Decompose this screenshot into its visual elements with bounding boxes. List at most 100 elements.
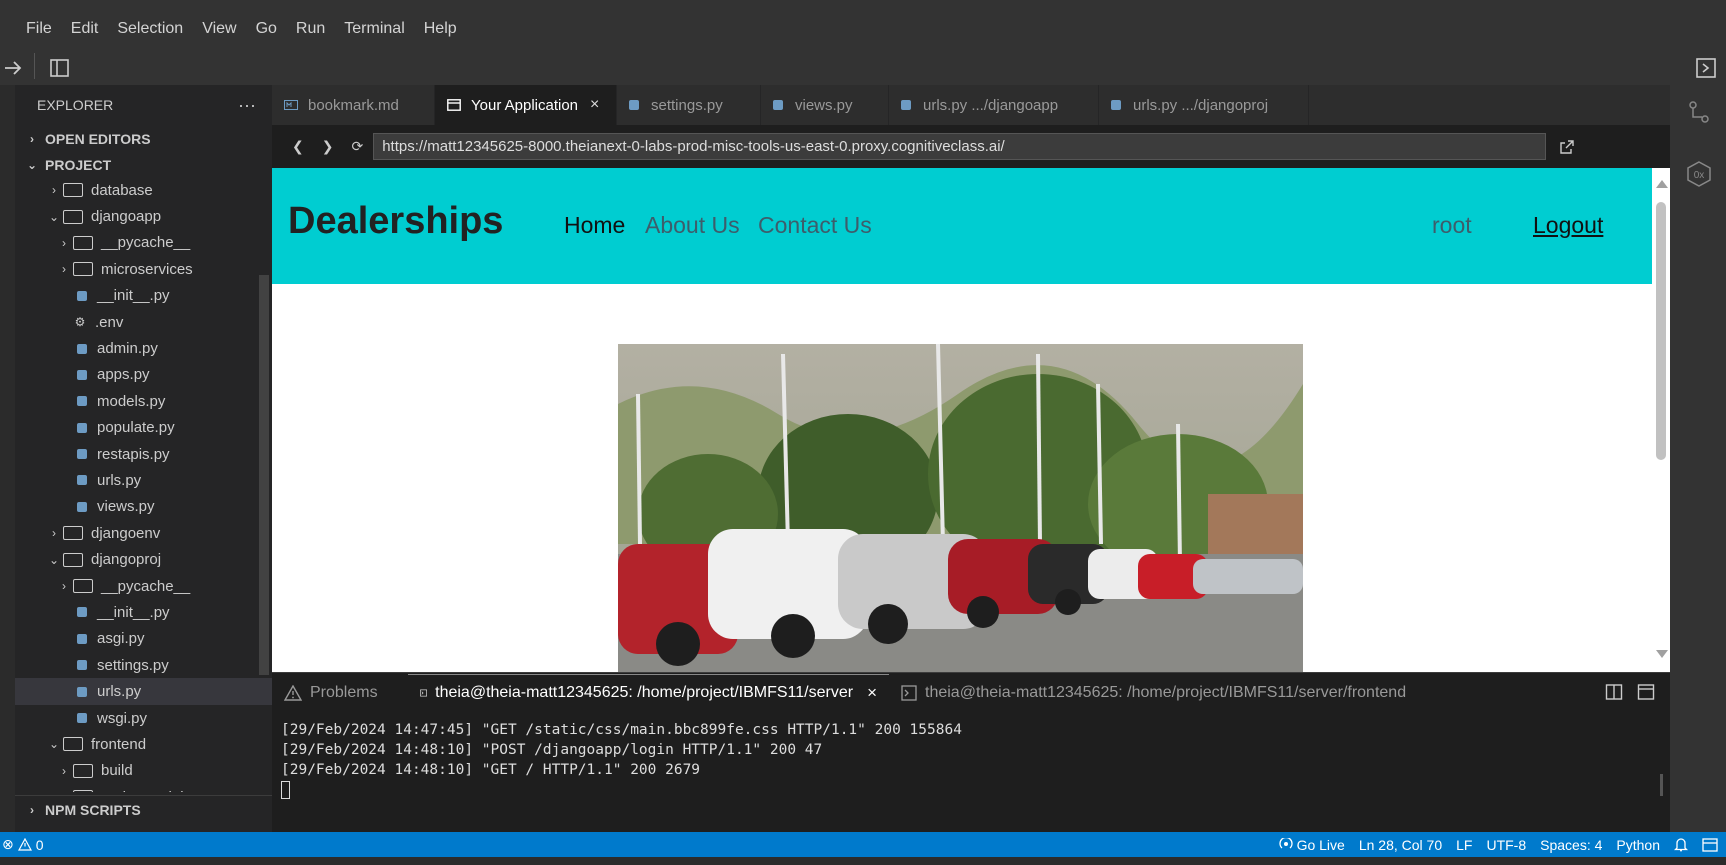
error-count[interactable]: ⊗ bbox=[2, 836, 14, 853]
layout-icon[interactable] bbox=[1702, 837, 1718, 852]
tree-item[interactable]: restapis.py bbox=[15, 441, 272, 467]
close-icon[interactable]: × bbox=[590, 96, 599, 114]
toggle-panel-icon[interactable] bbox=[1695, 57, 1717, 79]
tree-item[interactable]: › __pycache__ bbox=[15, 573, 272, 599]
npm-scripts-section[interactable]: › NPM SCRIPTS bbox=[15, 795, 272, 823]
tab-bookmark[interactable]: bookmark.md bbox=[272, 85, 435, 125]
menu-selection[interactable]: Selection bbox=[117, 20, 183, 38]
terminal-icon bbox=[901, 684, 917, 701]
tab-problems[interactable]: Problems bbox=[272, 674, 408, 712]
indentation[interactable]: Spaces: 4 bbox=[1540, 837, 1602, 853]
web-scrollbar[interactable] bbox=[1652, 168, 1670, 672]
tree-item[interactable]: urls.py bbox=[15, 467, 272, 493]
terminal-cursor bbox=[281, 780, 1670, 800]
tab-your-application[interactable]: Your Application × bbox=[435, 85, 617, 125]
folder-icon bbox=[73, 790, 93, 792]
language-mode[interactable]: Python bbox=[1616, 837, 1660, 853]
project-section[interactable]: ⌄ PROJECT bbox=[15, 153, 272, 177]
split-editor-icon[interactable] bbox=[49, 58, 71, 78]
cursor-position[interactable]: Ln 28, Col 70 bbox=[1359, 837, 1442, 853]
chevron-right-icon: › bbox=[52, 183, 56, 198]
project-label: PROJECT bbox=[45, 157, 112, 173]
tree-item[interactable]: asgi.py bbox=[15, 626, 272, 652]
tree-item[interactable]: __init__.py bbox=[15, 599, 272, 625]
bell-icon[interactable] bbox=[1674, 837, 1688, 852]
menu-run[interactable]: Run bbox=[296, 20, 325, 38]
nav-logout[interactable]: Logout bbox=[1533, 212, 1603, 239]
tree-item[interactable]: › microservices bbox=[15, 256, 272, 282]
menu-file[interactable]: File bbox=[26, 20, 52, 38]
warning-count[interactable]: 0 bbox=[36, 837, 44, 853]
tab-terminal-frontend[interactable]: theia@theia-matt12345625: /home/project/… bbox=[889, 674, 1418, 712]
tree-item[interactable]: models.py bbox=[15, 388, 272, 414]
close-icon[interactable]: × bbox=[867, 683, 877, 703]
car-lot-photo bbox=[618, 344, 1303, 672]
tree-item[interactable]: views.py bbox=[15, 494, 272, 520]
encoding[interactable]: UTF-8 bbox=[1486, 837, 1526, 853]
site-navbar: Dealerships Home About Us Contact Us roo… bbox=[272, 168, 1652, 284]
go-live-button[interactable]: Go Live bbox=[1297, 837, 1345, 853]
folder-icon bbox=[63, 526, 83, 541]
menu-terminal[interactable]: Terminal bbox=[344, 20, 404, 38]
tab-views-py[interactable]: views.py bbox=[761, 85, 889, 125]
python-icon bbox=[1111, 100, 1121, 110]
tree-item[interactable]: › __pycache__ bbox=[15, 230, 272, 256]
nav-about[interactable]: About Us bbox=[645, 212, 740, 239]
tree-item-label: frontend bbox=[91, 735, 147, 753]
tab-terminal-server[interactable]: theia@theia-matt12345625: /home/project/… bbox=[408, 673, 889, 712]
terminal-line: [29/Feb/2024 14:47:45] "GET /static/css/… bbox=[281, 722, 962, 738]
tree-item[interactable]: › djangoenv bbox=[15, 520, 272, 546]
source-control-icon[interactable] bbox=[1686, 99, 1712, 125]
reload-icon[interactable]: ⟳ bbox=[351, 138, 363, 155]
tab-urls-djangoproj[interactable]: urls.py .../djangoproj bbox=[1099, 85, 1309, 125]
nav-user[interactable]: root bbox=[1432, 212, 1472, 239]
tree-item[interactable]: › node_modules bbox=[15, 784, 272, 792]
more-actions-icon[interactable]: ··· bbox=[238, 95, 256, 116]
terminal-icon bbox=[420, 689, 427, 697]
menu-view[interactable]: View bbox=[202, 20, 236, 38]
tree-item[interactable]: __init__.py bbox=[15, 283, 272, 309]
menu-help[interactable]: Help bbox=[424, 20, 457, 38]
terminal-scrollbar[interactable] bbox=[1660, 774, 1663, 796]
tree-item[interactable]: settings.py bbox=[15, 652, 272, 678]
arrow-right-icon[interactable] bbox=[2, 57, 24, 79]
tab-label: views.py bbox=[795, 96, 853, 114]
tree-item[interactable]: ⌄ frontend bbox=[15, 731, 272, 757]
tree-item-label: node_modules bbox=[101, 789, 199, 792]
python-icon bbox=[77, 713, 87, 723]
tab-urls-djangoapp[interactable]: urls.py .../djangoapp bbox=[889, 85, 1099, 125]
scroll-up-icon[interactable] bbox=[1656, 180, 1668, 188]
tree-item[interactable]: wsgi.py bbox=[15, 705, 272, 731]
tab-label: Problems bbox=[310, 683, 378, 701]
url-input[interactable]: https://matt12345625-8000.theianext-0-la… bbox=[373, 133, 1547, 160]
maximize-panel-icon[interactable] bbox=[1637, 683, 1655, 701]
scroll-down-icon[interactable] bbox=[1656, 650, 1668, 658]
tree-scrollbar[interactable] bbox=[259, 275, 269, 675]
tree-item[interactable]: › build bbox=[15, 758, 272, 784]
nav-contact[interactable]: Contact Us bbox=[758, 212, 872, 239]
nav-home[interactable]: Home bbox=[564, 212, 625, 239]
tree-item[interactable]: populate.py bbox=[15, 415, 272, 441]
site-brand[interactable]: Dealerships bbox=[288, 200, 503, 243]
tree-item[interactable]: apps.py bbox=[15, 362, 272, 388]
line-ending[interactable]: LF bbox=[1456, 837, 1472, 853]
hex-icon[interactable]: 0x bbox=[1685, 160, 1713, 188]
forward-icon[interactable]: ❯ bbox=[322, 138, 334, 155]
scroll-thumb[interactable] bbox=[1656, 202, 1666, 460]
tree-item[interactable]: urls.py bbox=[15, 678, 272, 705]
open-external-icon[interactable] bbox=[1560, 139, 1574, 154]
tab-label: Your Application bbox=[471, 96, 579, 114]
terminal-output[interactable]: [29/Feb/2024 14:47:45] "GET /static/css/… bbox=[272, 712, 1670, 832]
tab-settings-py[interactable]: settings.py bbox=[617, 85, 761, 125]
back-icon[interactable]: ❮ bbox=[292, 138, 304, 155]
split-terminal-icon[interactable] bbox=[1605, 683, 1623, 701]
menu-edit[interactable]: Edit bbox=[71, 20, 99, 38]
tree-item[interactable]: ⚙ .env bbox=[15, 309, 272, 335]
open-editors-section[interactable]: › OPEN EDITORS bbox=[15, 125, 272, 153]
tree-item[interactable]: › database bbox=[15, 177, 272, 203]
menu-go[interactable]: Go bbox=[256, 20, 277, 38]
tree-item[interactable]: admin.py bbox=[15, 335, 272, 361]
tree-item[interactable]: ⌄ djangoproj bbox=[15, 546, 272, 572]
tree-item[interactable]: ⌄ djangoapp bbox=[15, 203, 272, 229]
folder-icon bbox=[73, 579, 93, 594]
